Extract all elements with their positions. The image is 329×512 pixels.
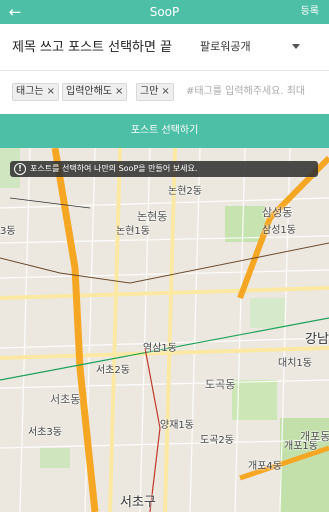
map-label: 서초동 <box>50 393 81 406</box>
tag-chip-label: 태그는 <box>16 86 44 97</box>
map-label: 대치1동 <box>278 358 312 369</box>
remove-tag-icon[interactable]: × <box>47 84 55 100</box>
tag-chip-label: 그만 <box>140 86 159 97</box>
tag-chip: 입력안해도 × <box>62 83 128 101</box>
map-view[interactable]: 논현2동 논현동 논현1동 삼성동 삼성1동 강남 역삼1동 대치1동 서초2동… <box>0 148 329 512</box>
map-label: 서초3동 <box>28 427 62 438</box>
map-label: 도곡2동 <box>200 435 234 446</box>
tag-input[interactable]: #태그를 입력해주세요. 최대 <box>186 83 326 101</box>
map-label: 양재1동 <box>160 420 194 431</box>
map-label: 도곡동 <box>205 378 236 391</box>
visibility-dropdown[interactable]: 팔로워공개 <box>200 36 304 58</box>
title-input[interactable]: 제목 쓰고 포스트 선택하면 끝 <box>12 37 188 59</box>
remove-tag-icon[interactable]: × <box>115 84 123 100</box>
map-label: 논현2동 <box>168 186 202 197</box>
visibility-value: 팔로워공개 <box>200 40 251 53</box>
map-label: 논현1동 <box>116 226 150 237</box>
app-title: SooP <box>149 5 180 19</box>
subway-line <box>144 347 161 512</box>
info-icon: ! <box>14 163 26 175</box>
park-area <box>225 206 265 242</box>
register-button[interactable]: 등록 <box>301 0 319 24</box>
tag-chip: 태그는 × <box>12 83 59 101</box>
select-post-button[interactable]: 포스트 선택하기 <box>0 114 329 148</box>
chevron-down-icon <box>292 44 300 49</box>
app-bar: ← SooP 등록 <box>0 0 329 24</box>
map-label: 개포4동 <box>248 461 282 472</box>
map-label: 삼성1동 <box>262 225 296 236</box>
map-label: 서초구 <box>120 495 156 510</box>
tag-chip: 그만 × <box>136 83 174 101</box>
remove-tag-icon[interactable]: × <box>161 84 169 100</box>
info-banner: ! 포스트를 선택하여 나만의 SooP을 만들어 보세요. <box>10 161 318 177</box>
park-area <box>250 298 285 328</box>
map-label: 서초2동 <box>96 365 130 376</box>
map-label: 삼성동 <box>262 206 293 219</box>
banner-message: 포스트를 선택하여 나만의 SooP을 만들어 보세요. <box>30 164 198 173</box>
tag-chip-label: 입력안해도 <box>66 86 112 97</box>
title-row: 제목 쓰고 포스트 선택하면 끝 팔로워공개 <box>0 24 329 70</box>
map-label: 강남 <box>305 332 329 347</box>
map-label: 3동 <box>0 226 16 237</box>
tag-row: 태그는 × 입력안해도 × 그만 × #태그를 입력해주세요. 최대 <box>0 70 329 114</box>
map-label: 역삼1동 <box>143 343 177 354</box>
map-label: 개포동 <box>300 430 329 443</box>
park-area <box>40 448 70 468</box>
